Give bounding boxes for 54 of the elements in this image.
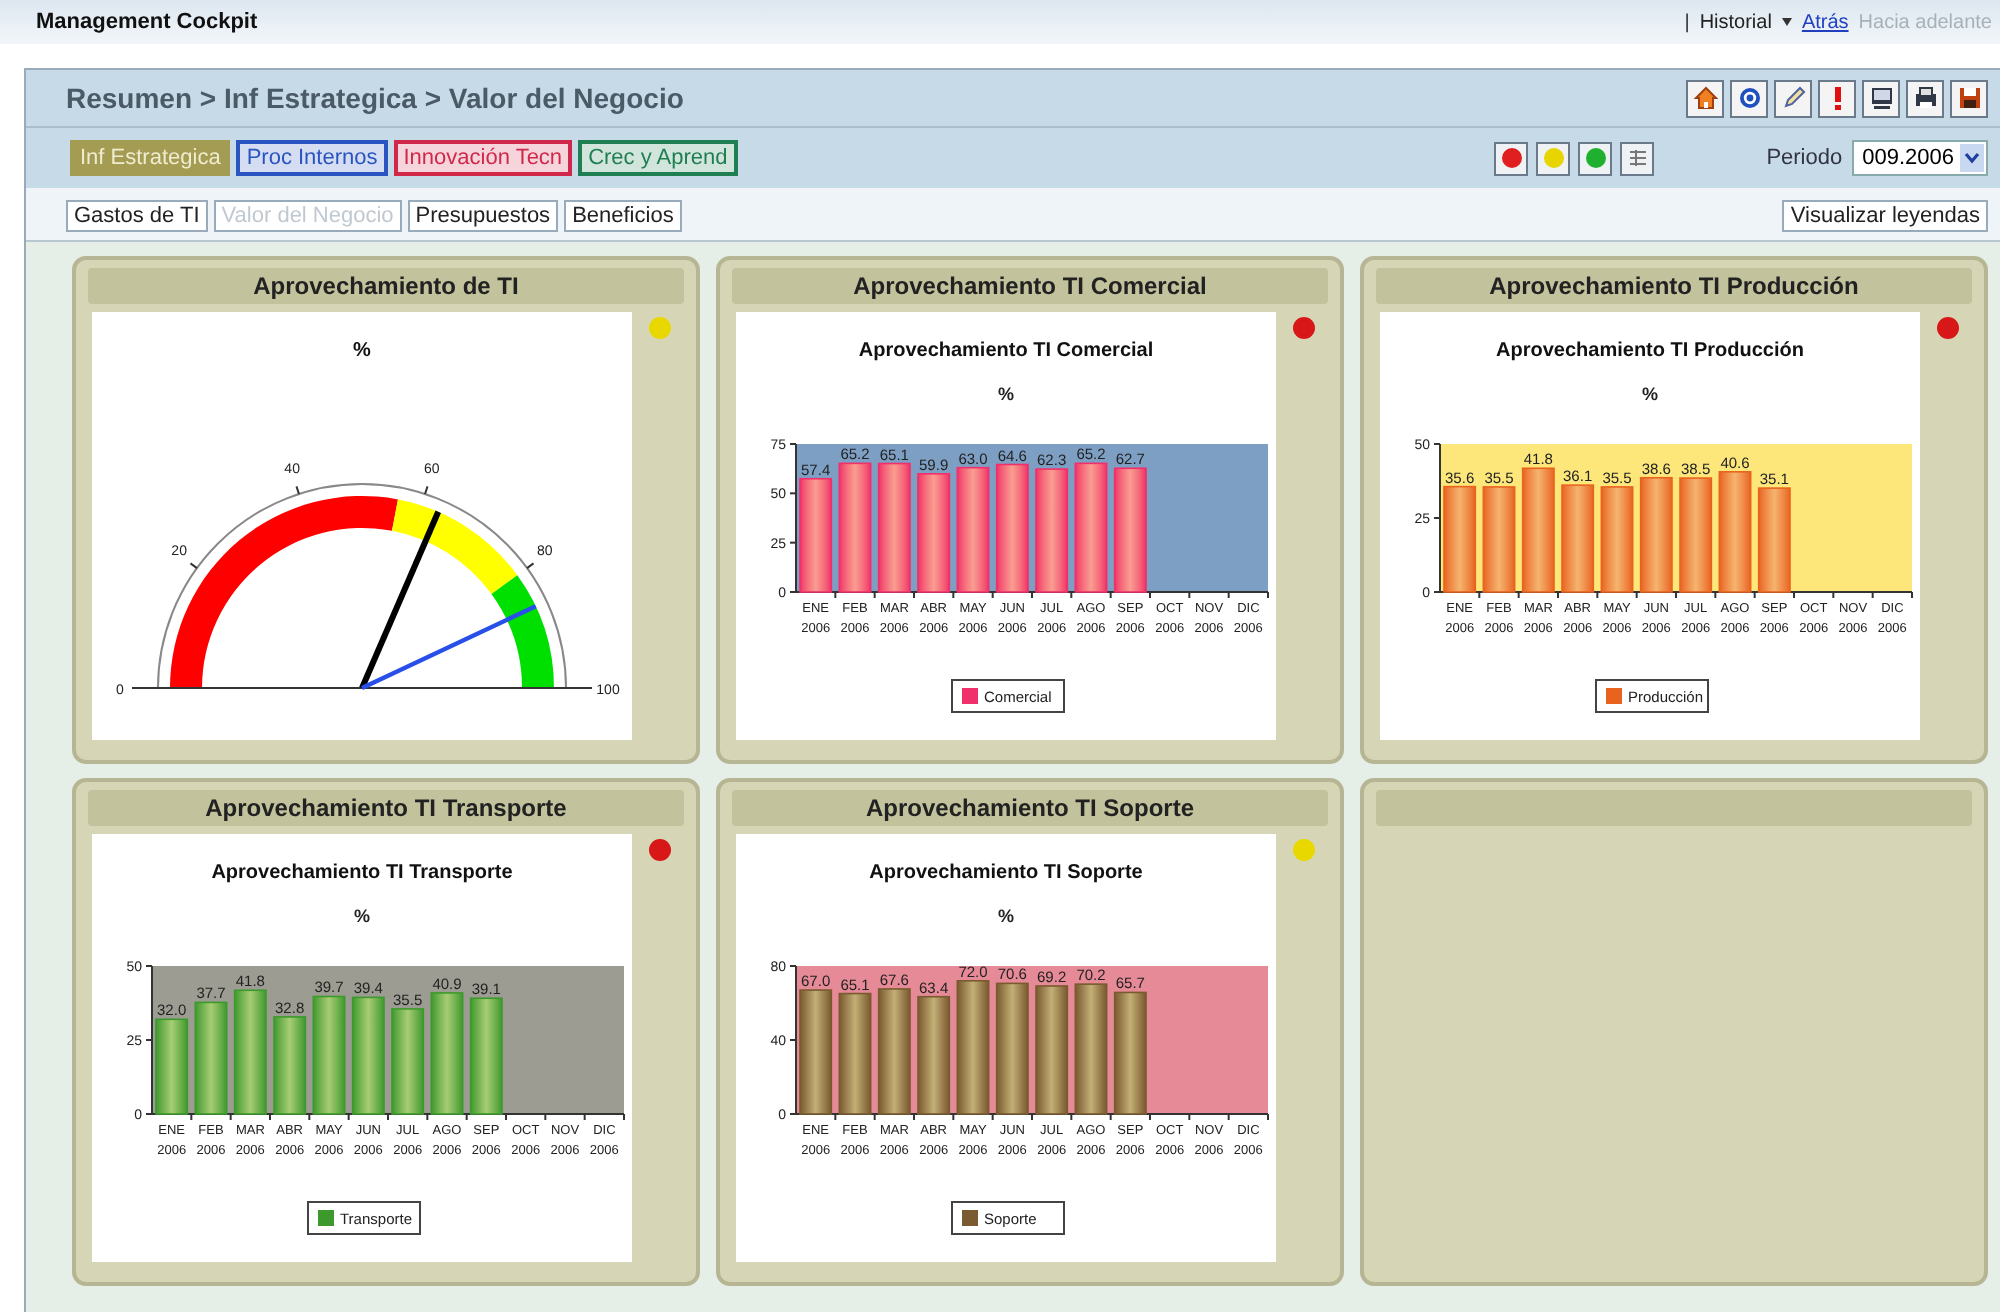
status-filter-button[interactable] (1494, 141, 1529, 175)
view-tab[interactable]: Gastos de TI (66, 200, 208, 232)
axis-unit: % (354, 906, 370, 926)
axis-unit: % (998, 906, 1014, 926)
home-button[interactable] (1686, 79, 1724, 117)
ring-icon (1735, 84, 1763, 112)
status-light-icon (648, 316, 672, 340)
category-tab[interactable]: Proc Internos (236, 140, 388, 176)
home-icon (1691, 84, 1719, 112)
panel-title: Aprovechamiento TI Comercial (732, 268, 1328, 304)
view-tab[interactable]: Beneficios (564, 200, 682, 232)
status-light-icon (1292, 838, 1316, 862)
status-light-icon (1583, 146, 1608, 170)
legend-button[interactable]: Visualizar leyendas (1782, 200, 1988, 232)
edit-button[interactable] (1774, 79, 1812, 117)
monitor-icon (1867, 84, 1895, 112)
status-filter-button[interactable] (1578, 141, 1613, 175)
panel-title: Aprovechamiento TI Transporte (88, 790, 684, 826)
status-light-icon (1292, 316, 1316, 340)
panel-title: Aprovechamiento TI Producción (1376, 268, 1972, 304)
category-tab[interactable]: Innovación Tecn (393, 140, 573, 176)
save-button[interactable] (1950, 79, 1988, 117)
gauge-title: % (353, 340, 371, 362)
pencil-icon (1779, 84, 1807, 112)
chart-title: Aprovechamiento TI Soporte (869, 862, 1143, 884)
status-light-icon (648, 838, 672, 862)
app-title: Management Cockpit (36, 10, 258, 34)
grid-filter-button[interactable] (1620, 141, 1655, 175)
view-tab[interactable]: Presupuestos (407, 200, 559, 232)
panel-title: Aprovechamiento de TI (88, 268, 684, 304)
caret-icon (1781, 18, 1792, 26)
separator: | (1684, 11, 1690, 33)
status-light-icon (1499, 146, 1524, 170)
period-select[interactable]: 009.2006 (1852, 140, 1988, 176)
chart-title: Aprovechamiento TI Comercial (858, 340, 1154, 362)
monitor-button[interactable] (1862, 79, 1900, 117)
period-label: Periodo (1766, 146, 1843, 170)
history-menu[interactable]: Historial (1699, 11, 1772, 33)
axis-unit: % (998, 384, 1014, 404)
status-light-icon (1936, 316, 1960, 340)
breadcrumb: Resumen > Inf Estrategica > Valor del Negocio (66, 82, 684, 114)
status-filter-button[interactable] (1536, 141, 1571, 175)
status-light-icon (1541, 146, 1566, 170)
printer-icon (1911, 84, 1939, 112)
chart-title: Aprovechamiento TI Producción (1496, 340, 1804, 362)
refresh-button[interactable] (1730, 79, 1768, 117)
axis-unit: % (1642, 384, 1658, 404)
panel-title: Aprovechamiento TI Soporte (732, 790, 1328, 826)
grid-icon (1625, 146, 1650, 170)
chart-title: Aprovechamiento TI Transporte (211, 862, 513, 884)
category-tab[interactable]: Crec y Aprend (578, 140, 738, 176)
alert-button[interactable] (1818, 79, 1856, 117)
print-button[interactable] (1906, 79, 1944, 117)
back-link[interactable]: Atrás (1801, 11, 1849, 33)
